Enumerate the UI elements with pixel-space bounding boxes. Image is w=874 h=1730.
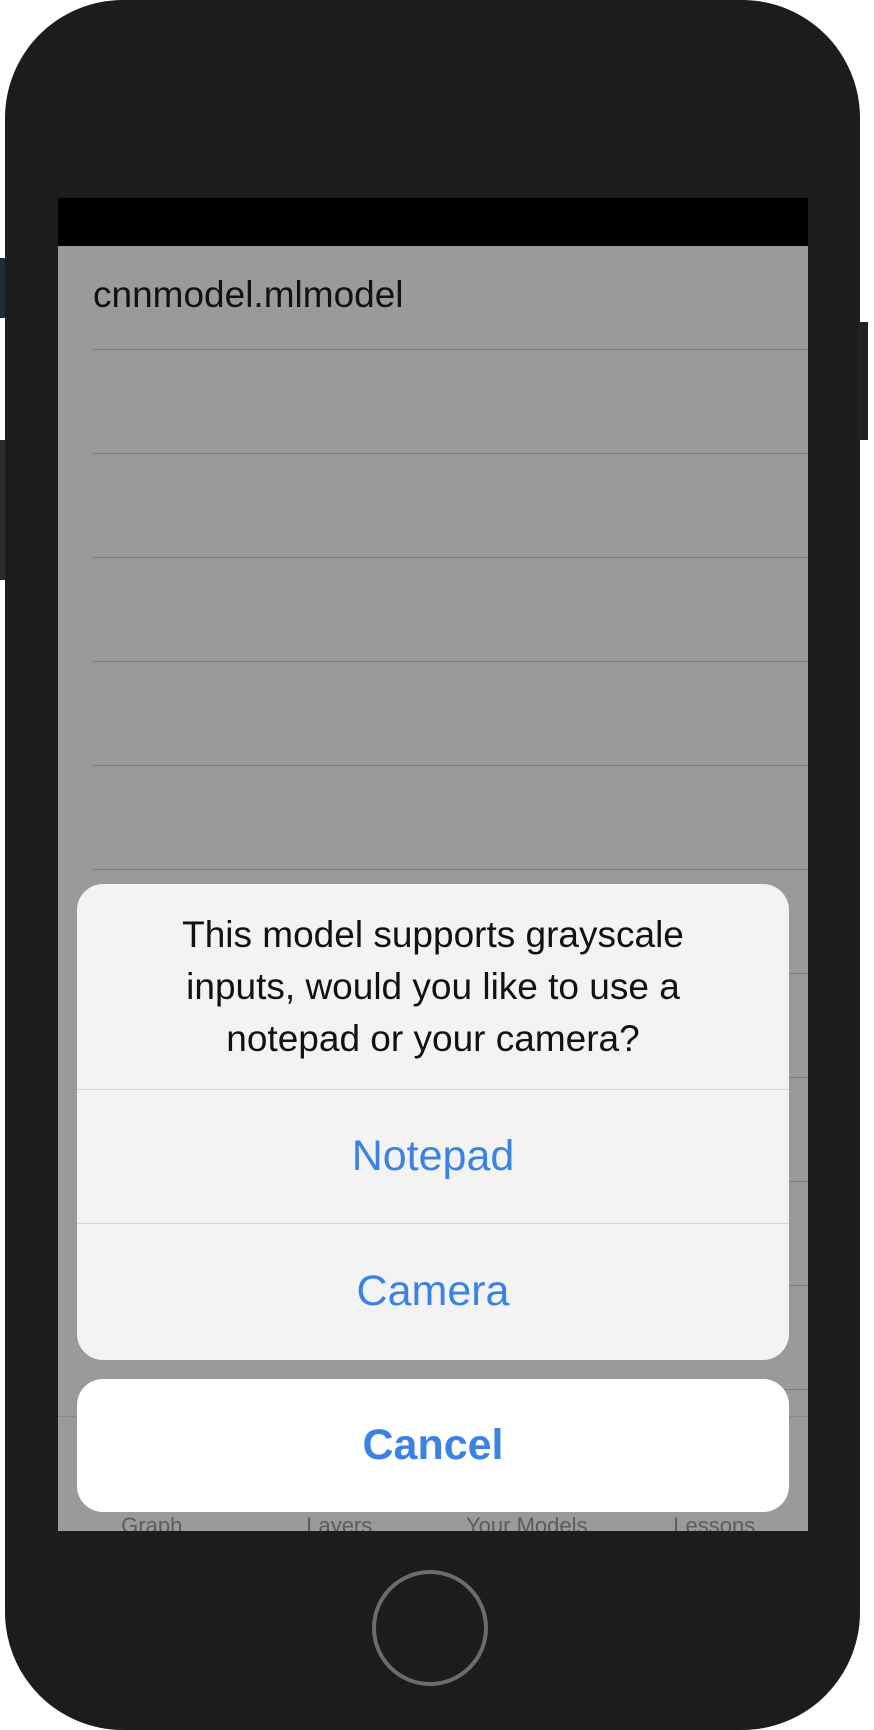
model-file-label: cnnmodel.mlmodel xyxy=(93,274,404,315)
table-row xyxy=(93,662,808,766)
action-sheet-message: This model supports grayscale inputs, wo… xyxy=(77,884,789,1090)
tab-your-models-label: Your Models xyxy=(466,1513,588,1531)
status-bar xyxy=(58,198,808,246)
home-button[interactable] xyxy=(372,1570,488,1686)
camera-button[interactable]: Camera xyxy=(77,1224,789,1358)
tab-layers-label: Layers xyxy=(306,1513,373,1531)
side-button-power xyxy=(858,322,868,440)
table-row[interactable]: cnnmodel.mlmodel xyxy=(93,246,808,350)
table-row xyxy=(93,350,808,454)
tab-lessons-label: Lessons xyxy=(673,1513,756,1531)
table-row xyxy=(93,558,808,662)
tab-graph-label: Graph xyxy=(121,1513,183,1531)
table-row xyxy=(93,454,808,558)
notepad-button[interactable]: Notepad xyxy=(77,1090,789,1224)
action-sheet: This model supports grayscale inputs, wo… xyxy=(77,884,789,1360)
cancel-button[interactable]: Cancel xyxy=(77,1379,789,1512)
table-row xyxy=(93,766,808,870)
